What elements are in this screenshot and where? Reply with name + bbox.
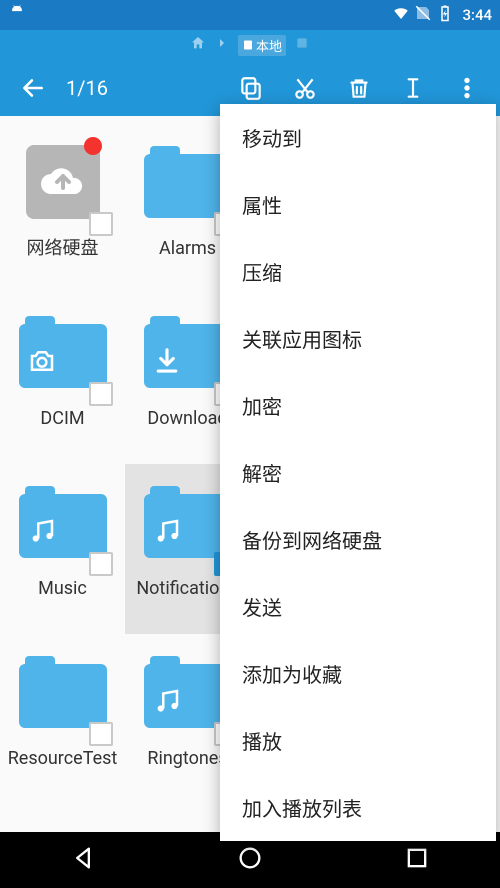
music-icon (152, 516, 182, 550)
home-icon[interactable] (190, 35, 206, 55)
music-icon (152, 686, 182, 720)
checkbox-icon[interactable] (89, 552, 113, 576)
grid-item-label: Music (34, 578, 91, 600)
download-icon (152, 346, 182, 380)
cloud-icon (26, 145, 100, 219)
battery-charging-icon (436, 4, 454, 26)
grid-item-label: ResourceTest (4, 748, 122, 770)
menu-item[interactable]: 加密 (220, 372, 496, 439)
menu-item[interactable]: 播放 (220, 707, 496, 774)
music-icon (27, 516, 57, 550)
breadcrumb-next-icon (294, 35, 310, 55)
nav-recent-button[interactable] (403, 844, 431, 876)
grid-item[interactable]: Music (0, 464, 125, 634)
grid-item[interactable]: DCIM (0, 294, 125, 464)
breadcrumb-label: 本地 (256, 36, 282, 55)
menu-item[interactable]: 移动到 (220, 104, 496, 171)
back-button[interactable] (6, 60, 60, 116)
camera-icon (27, 346, 57, 380)
checkbox-icon[interactable] (89, 722, 113, 746)
chevron-right-icon (214, 35, 230, 55)
menu-item[interactable]: 加入播放列表 (220, 774, 496, 841)
folder-icon (144, 316, 232, 388)
folder-icon (19, 316, 107, 388)
folder-icon (19, 486, 107, 558)
grid-item[interactable]: 网络硬盘 (0, 124, 125, 294)
notification-badge (84, 137, 102, 155)
grid-item-label: Ringtones (143, 748, 231, 770)
android-icon (8, 4, 26, 26)
grid-item-label: Alarms (155, 238, 220, 260)
overflow-menu: 移动到属性压缩关联应用图标加密解密备份到网络硬盘发送添加为收藏播放加入播放列表 (220, 104, 496, 841)
menu-item[interactable]: 解密 (220, 439, 496, 506)
menu-item[interactable]: 关联应用图标 (220, 305, 496, 372)
menu-item[interactable]: 备份到网络硬盘 (220, 506, 496, 573)
grid-item-label: Download (143, 408, 231, 430)
folder-icon (144, 656, 232, 728)
grid-item-label: 网络硬盘 (23, 238, 103, 260)
folder-icon (144, 146, 232, 218)
wifi-icon (392, 4, 410, 26)
menu-item[interactable]: 发送 (220, 573, 496, 640)
nav-home-button[interactable] (236, 844, 264, 876)
selection-counter: 1/16 (66, 76, 108, 100)
folder-icon (19, 656, 107, 728)
no-sim-icon (414, 4, 432, 26)
breadcrumb-local[interactable]: 本地 (238, 35, 286, 56)
menu-item[interactable]: 添加为收藏 (220, 640, 496, 707)
grid-item[interactable]: ResourceTest (0, 634, 125, 804)
menu-item[interactable]: 属性 (220, 171, 496, 238)
status-time: 3:44 (462, 6, 492, 24)
breadcrumb: 本地 (0, 30, 500, 60)
grid-item-label: DCIM (36, 408, 88, 430)
checkbox-icon[interactable] (89, 382, 113, 406)
status-bar: 3:44 (0, 0, 500, 30)
menu-item[interactable]: 压缩 (220, 238, 496, 305)
checkbox-icon[interactable] (89, 212, 113, 236)
folder-icon (144, 486, 232, 558)
nav-back-button[interactable] (69, 844, 97, 876)
